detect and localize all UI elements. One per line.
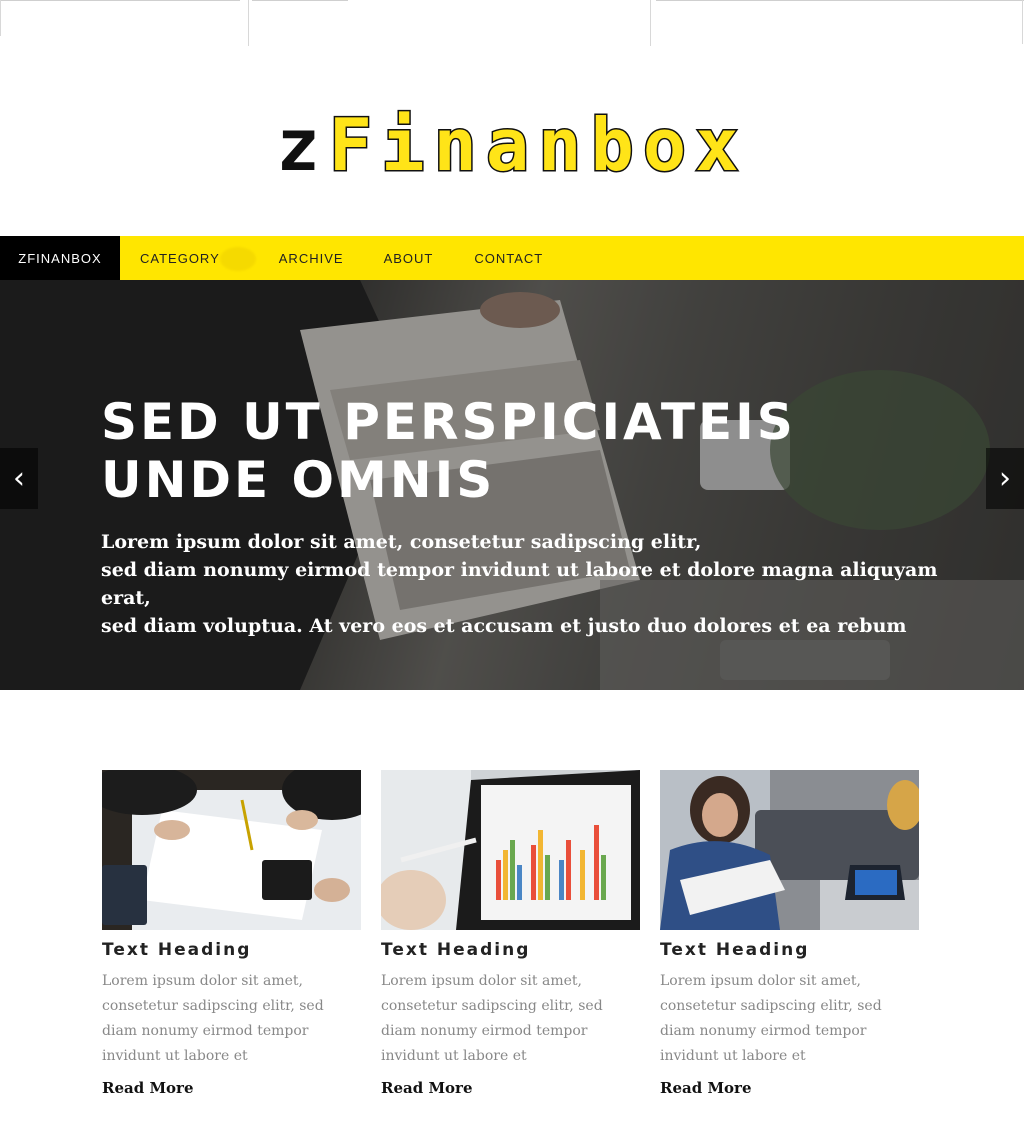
card-text: Lorem ipsum dolor sit amet, consetetur s… (660, 973, 882, 1064)
nav-item-archive[interactable]: ARCHIVE (279, 236, 344, 280)
nav-item-about[interactable]: ABOUT (384, 236, 434, 280)
top-border-strip (0, 0, 1024, 46)
woman-laptop-photo-icon[interactable] (660, 770, 919, 930)
hero-text-line: sed diam voluptua. At vero eos et accusa… (101, 615, 907, 637)
slider-prev-button[interactable]: ‹ (0, 448, 38, 509)
hero-text-line: sed diam nonumy eirmod tempor invidunt u… (101, 559, 938, 609)
meeting-photo-icon[interactable] (102, 770, 361, 930)
nav-item-zfinanbox[interactable]: ZFINANBOX (0, 236, 120, 280)
article-card: Text Heading Lorem ipsum dolor sit amet,… (102, 770, 361, 1097)
logo-word: Finanbox (327, 103, 748, 187)
nav-item-category[interactable]: CATEGORY (140, 236, 220, 280)
nav-decorative-blob (220, 247, 256, 271)
read-more-link[interactable]: Read More (102, 1079, 361, 1097)
article-card: Text Heading Lorem ipsum dolor sit amet,… (660, 770, 919, 1097)
nav-item-contact[interactable]: CONTACT (474, 236, 543, 280)
card-text: Lorem ipsum dolor sit amet, consetetur s… (102, 973, 324, 1064)
hero-slider: SED UT PERSPICIATEIS UNDE OMNIS Lorem ip… (0, 280, 1024, 690)
hero-text-line: Lorem ipsum dolor sit amet, consetetur s… (101, 531, 702, 553)
hero-title: SED UT PERSPICIATEIS UNDE OMNIS (101, 393, 796, 509)
read-more-link[interactable]: Read More (660, 1079, 919, 1097)
card-heading: Text Heading (381, 940, 531, 960)
site-logo[interactable]: zFinanbox (0, 103, 1024, 187)
chevron-left-icon: ‹ (13, 461, 25, 496)
tablet-chart-photo-icon[interactable] (381, 770, 640, 930)
card-text: Lorem ipsum dolor sit amet, consetetur s… (381, 973, 603, 1064)
article-card: Text Heading Lorem ipsum dolor sit amet,… (381, 770, 640, 1097)
slider-next-button[interactable]: › (986, 448, 1024, 509)
chevron-right-icon: › (999, 461, 1011, 496)
card-heading: Text Heading (660, 940, 810, 960)
read-more-link[interactable]: Read More (381, 1079, 640, 1097)
card-heading: Text Heading (102, 940, 252, 960)
hero-description: Lorem ipsum dolor sit amet, consetetur s… (101, 528, 981, 640)
main-nav: ZFINANBOX CATEGORY ARCHIVE ABOUT CONTACT (0, 236, 1024, 280)
logo-letter-z: z (276, 103, 329, 187)
